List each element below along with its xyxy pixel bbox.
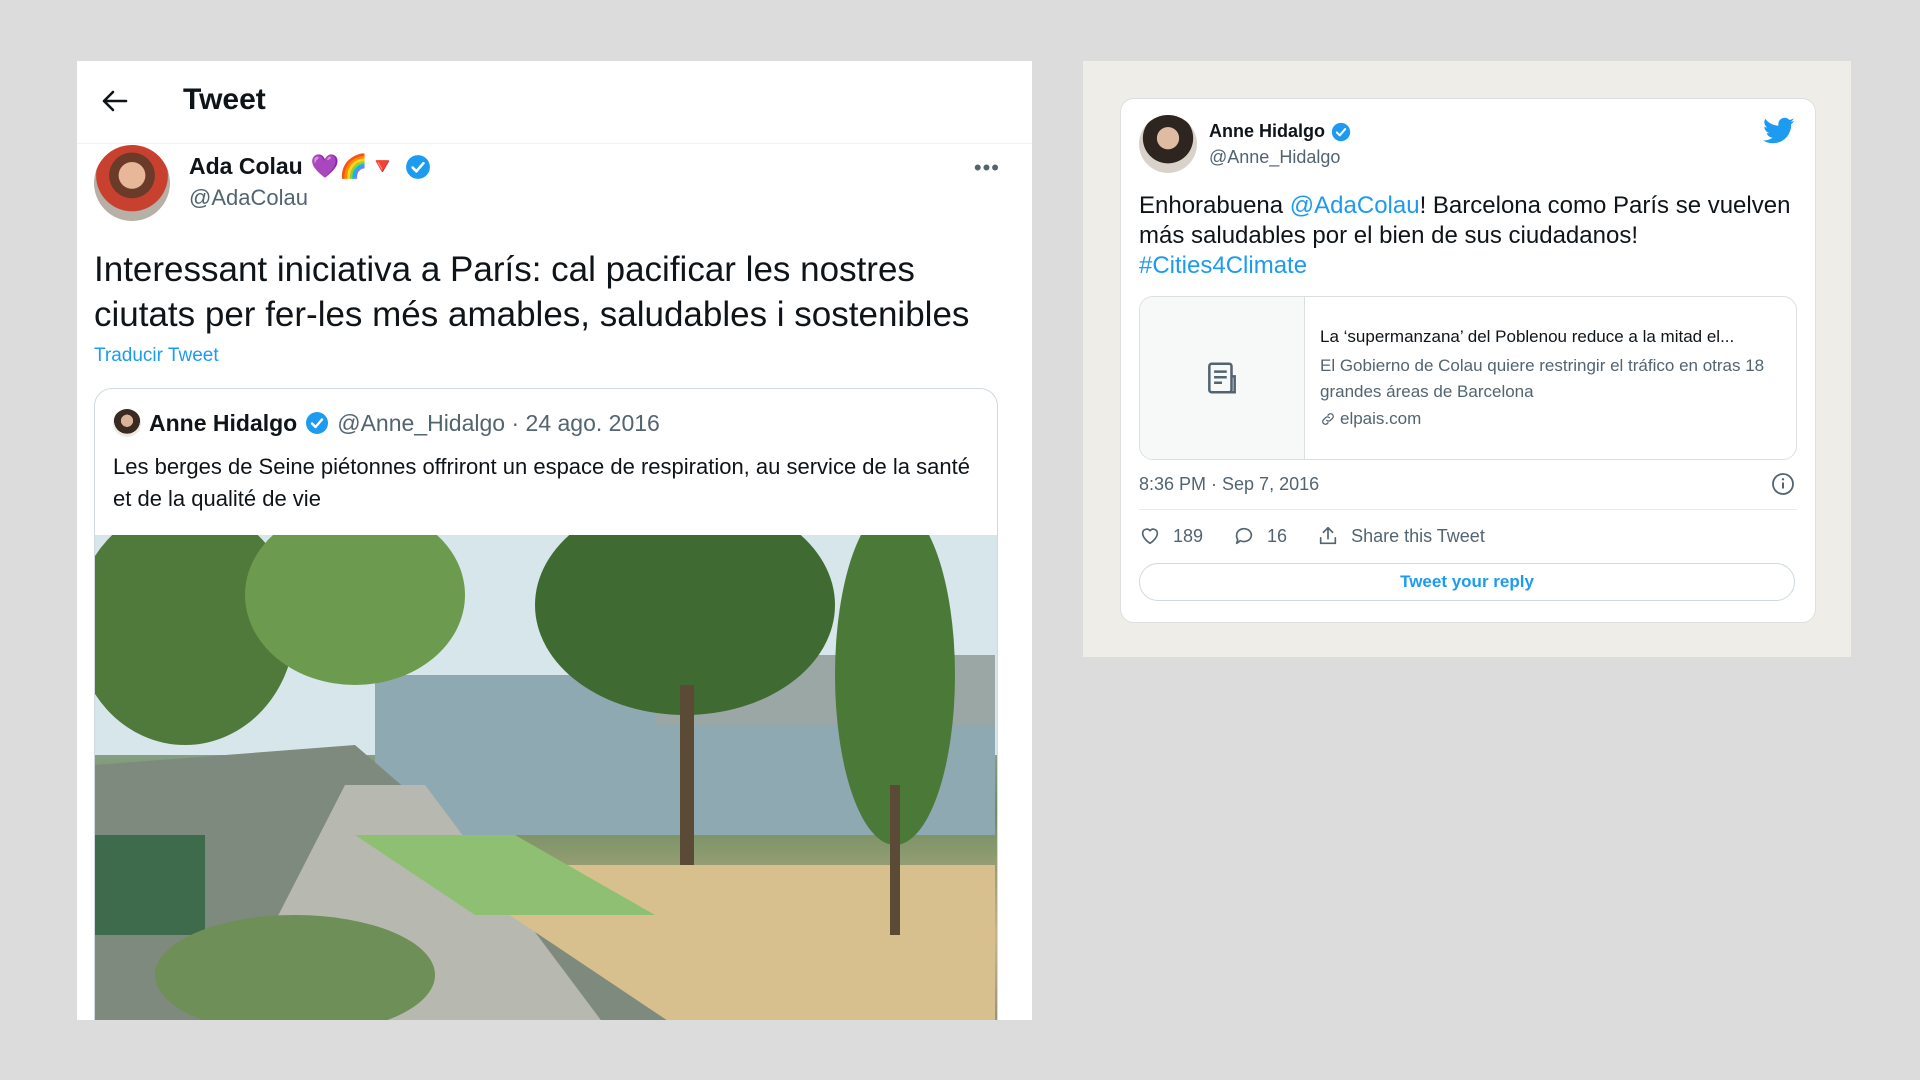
hashtag-link[interactable]: #Cities4Climate: [1139, 252, 1307, 279]
share-icon: [1319, 526, 1337, 545]
verified-badge-icon: [405, 154, 430, 179]
share-label: Share this Tweet: [1351, 525, 1485, 546]
divider: [1139, 509, 1797, 510]
author-name-line[interactable]: Ada Colau 💜🌈🔻: [189, 153, 431, 180]
mention-link[interactable]: @AdaColau: [1290, 192, 1420, 219]
author-handle[interactable]: @AdaColau: [189, 185, 308, 211]
quoted-tweet-header: Anne Hidalgo @Anne_Hidalgo · 24 ago. 201…: [113, 409, 660, 437]
like-count: 189: [1173, 525, 1204, 546]
author-handle[interactable]: @Anne_Hidalgo: [1209, 147, 1340, 168]
tweet-your-reply-button[interactable]: Tweet your reply: [1139, 563, 1795, 601]
link-card-body: La ‘supermanzana’ del Poblenou reduce a …: [1320, 327, 1780, 429]
verified-badge-icon: [306, 412, 329, 434]
embedded-tweet-card: Anne Hidalgo @Anne_Hidalgo Enhorabuena @…: [1120, 98, 1816, 623]
tweet-text: Enhorabuena @AdaColau! Barcelona como Pa…: [1139, 191, 1799, 281]
author-name[interactable]: Anne Hidalgo: [1209, 121, 1325, 142]
author-row: Ada Colau 💜🌈🔻 @AdaColau •••: [94, 145, 1012, 225]
translate-tweet-link[interactable]: Traducir Tweet: [94, 345, 219, 367]
link-thumbnail: [1140, 297, 1305, 459]
author-name-line[interactable]: Anne Hidalgo: [1209, 121, 1351, 142]
quoted-meta: @Anne_Hidalgo · 24 ago. 2016: [337, 409, 660, 436]
quoted-author-name: Anne Hidalgo: [149, 409, 298, 436]
twitter-bird-icon[interactable]: [1763, 117, 1795, 145]
info-icon[interactable]: [1771, 472, 1795, 496]
author-name[interactable]: Ada Colau: [189, 153, 303, 180]
back-arrow-icon[interactable]: [95, 81, 135, 121]
action-bar: 189 16 Share this Tweet: [1139, 525, 1505, 547]
author-emoji: 💜🌈🔻: [310, 153, 397, 179]
tweet-header: Tweet: [77, 61, 1032, 144]
page-title: Tweet: [183, 83, 266, 116]
link-preview-card[interactable]: La ‘supermanzana’ del Poblenou reduce a …: [1139, 296, 1797, 460]
ada-colau-tweet-panel: Tweet Ada Colau 💜🌈🔻 @AdaColau ••• Intere…: [77, 61, 1032, 1020]
like-button[interactable]: 189: [1139, 525, 1203, 547]
link-icon: [1322, 413, 1334, 425]
comment-icon: [1235, 527, 1253, 545]
tweet-text-start: Enhorabuena: [1139, 192, 1290, 219]
avatar[interactable]: [94, 145, 170, 221]
share-button[interactable]: Share this Tweet: [1317, 525, 1485, 547]
link-description: El Gobierno de Colau quiere restringir e…: [1320, 356, 1765, 401]
reply-count: 16: [1267, 525, 1288, 546]
tweet-text: Interessant iniciativa a París: cal paci…: [94, 250, 970, 334]
link-domain: elpais.com: [1340, 409, 1422, 428]
timestamp[interactable]: 8:36 PM · Sep 7, 2016: [1139, 474, 1319, 495]
link-title: La ‘supermanzana’ del Poblenou reduce a …: [1320, 327, 1735, 346]
quoted-tweet-text: Les berges de Seine piétonnes offriront …: [113, 454, 970, 511]
riverbank-illustration: [95, 535, 997, 1020]
document-icon: [1208, 362, 1236, 394]
anne-hidalgo-embed-panel: Anne Hidalgo @Anne_Hidalgo Enhorabuena @…: [1083, 61, 1851, 657]
reply-count-button[interactable]: 16: [1233, 525, 1287, 547]
quoted-avatar: [113, 409, 141, 437]
verified-badge-icon: [1331, 122, 1351, 141]
link-domain-line: elpais.com: [1320, 409, 1780, 429]
quoted-tweet[interactable]: Anne Hidalgo @Anne_Hidalgo · 24 ago. 201…: [94, 388, 998, 1020]
heart-icon: [1141, 528, 1159, 545]
avatar[interactable]: [1139, 115, 1197, 173]
more-options-icon[interactable]: •••: [974, 155, 1000, 181]
quoted-tweet-image[interactable]: [95, 535, 997, 1020]
